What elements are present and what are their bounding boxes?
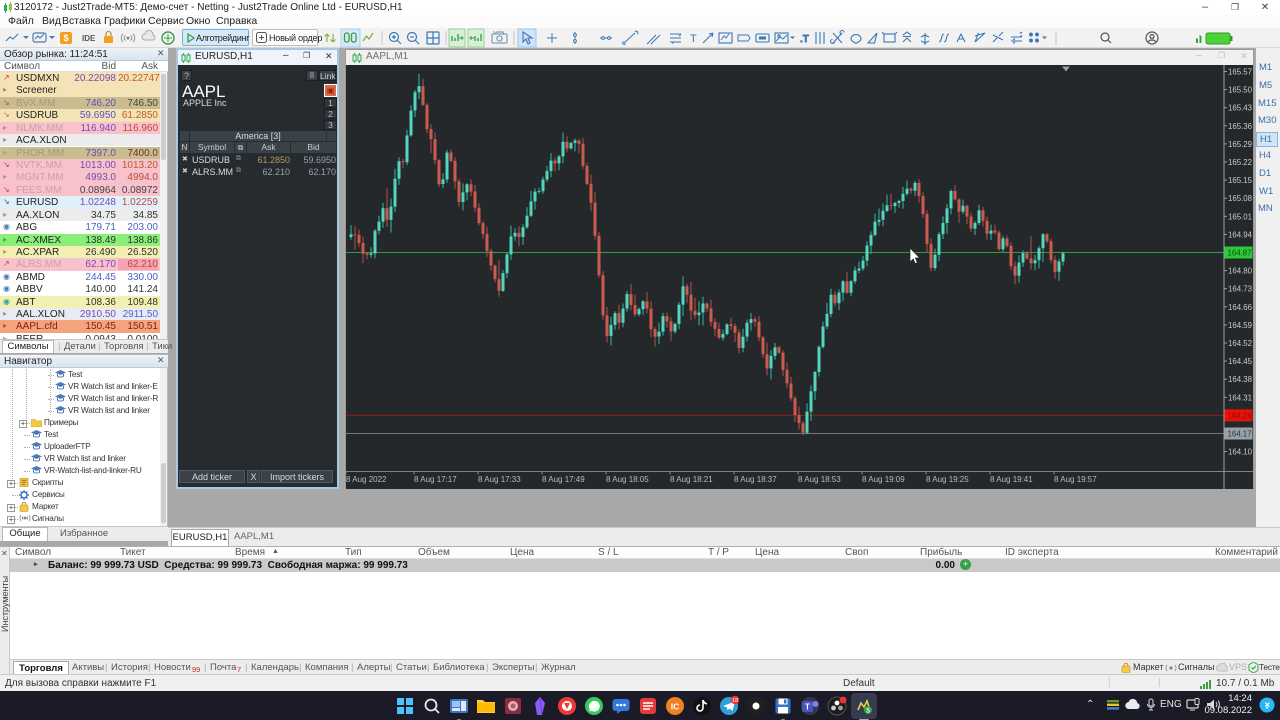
svg-text:164.52: 164.52 — [1228, 339, 1253, 348]
svg-text:$: $ — [866, 708, 870, 715]
svg-text:165.15: 165.15 — [1228, 176, 1253, 185]
svg-text:IDE: IDE — [82, 34, 96, 43]
svg-text:8 Aug 17:17: 8 Aug 17:17 — [414, 475, 457, 484]
svg-text:164.17: 164.17 — [1228, 430, 1253, 439]
svg-text:164.45: 164.45 — [1228, 357, 1253, 366]
svg-text:T: T — [805, 703, 810, 712]
svg-text:164.24: 164.24 — [1228, 411, 1253, 420]
svg-text:8 Aug 17:49: 8 Aug 17:49 — [542, 475, 585, 484]
svg-text:$: $ — [63, 33, 68, 43]
svg-text:164.87: 164.87 — [1228, 249, 1253, 258]
svg-text:165.57: 165.57 — [1228, 68, 1253, 77]
svg-text:165.01: 165.01 — [1228, 212, 1253, 221]
svg-text:8 Aug 19:57: 8 Aug 19:57 — [1054, 475, 1097, 484]
svg-text:8 Aug 18:21: 8 Aug 18:21 — [670, 475, 713, 484]
svg-text:8 Aug 17:33: 8 Aug 17:33 — [478, 475, 521, 484]
svg-text:8 Aug 19:25: 8 Aug 19:25 — [926, 475, 969, 484]
svg-text:164.31: 164.31 — [1228, 393, 1253, 402]
svg-text:8 Aug 18:53: 8 Aug 18:53 — [798, 475, 841, 484]
svg-text:164.73: 164.73 — [1228, 285, 1253, 294]
svg-text:.T: .T — [800, 34, 809, 45]
svg-text:164.38: 164.38 — [1228, 375, 1253, 384]
svg-text:165.29: 165.29 — [1228, 140, 1253, 149]
svg-text:8 Aug 2022: 8 Aug 2022 — [346, 475, 387, 484]
svg-text:18: 18 — [732, 698, 738, 704]
svg-text:164.66: 164.66 — [1228, 303, 1253, 312]
svg-text:IC: IC — [671, 702, 680, 712]
svg-text:8 Aug 18:05: 8 Aug 18:05 — [606, 475, 649, 484]
svg-text:164.59: 164.59 — [1228, 321, 1253, 330]
svg-text:165.43: 165.43 — [1228, 104, 1253, 113]
svg-text:8 Aug 19:41: 8 Aug 19:41 — [990, 475, 1033, 484]
svg-text:164.94: 164.94 — [1228, 230, 1253, 239]
svg-text:165.50: 165.50 — [1228, 86, 1253, 95]
svg-text:164.10: 164.10 — [1228, 448, 1253, 457]
svg-text:8 Aug 19:09: 8 Aug 19:09 — [862, 475, 905, 484]
svg-text:164.80: 164.80 — [1228, 267, 1253, 276]
svg-text:8 Aug 18:37: 8 Aug 18:37 — [734, 475, 777, 484]
svg-text:T: T — [690, 33, 697, 45]
svg-text:165.36: 165.36 — [1228, 122, 1253, 131]
svg-text:165.22: 165.22 — [1228, 158, 1253, 167]
svg-text:165.08: 165.08 — [1228, 194, 1253, 203]
